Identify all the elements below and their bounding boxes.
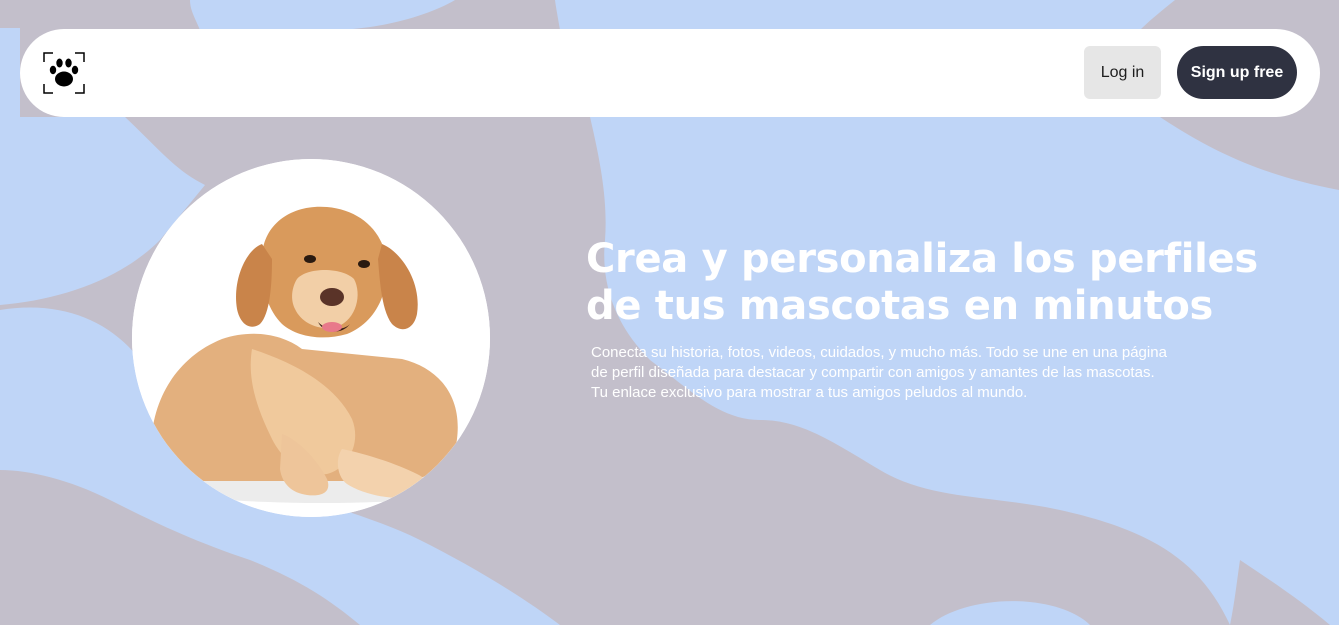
paw-print-icon[interactable] <box>43 52 85 94</box>
hero-description-line: de perfil diseñada para destacar y compa… <box>591 364 1155 381</box>
hero-description-line: Conecta su historia, fotos, videos, cuid… <box>591 344 1167 361</box>
signup-button[interactable]: Sign up free <box>1177 46 1297 99</box>
hero-description-line: Tu enlace exclusivo para mostrar a tus a… <box>591 384 1028 401</box>
top-navbar: Log in Sign up free <box>20 29 1320 117</box>
hero-image <box>132 159 490 517</box>
landing-page: Log in Sign up free Crea y personaliza l… <box>0 0 1339 625</box>
hero-headline: Crea y personaliza los perfiles de tus m… <box>586 236 1258 329</box>
dog-illustration <box>132 159 490 517</box>
hero-description: Conecta su historia, fotos, videos, cuid… <box>591 343 1221 403</box>
login-button[interactable]: Log in <box>1084 46 1161 99</box>
